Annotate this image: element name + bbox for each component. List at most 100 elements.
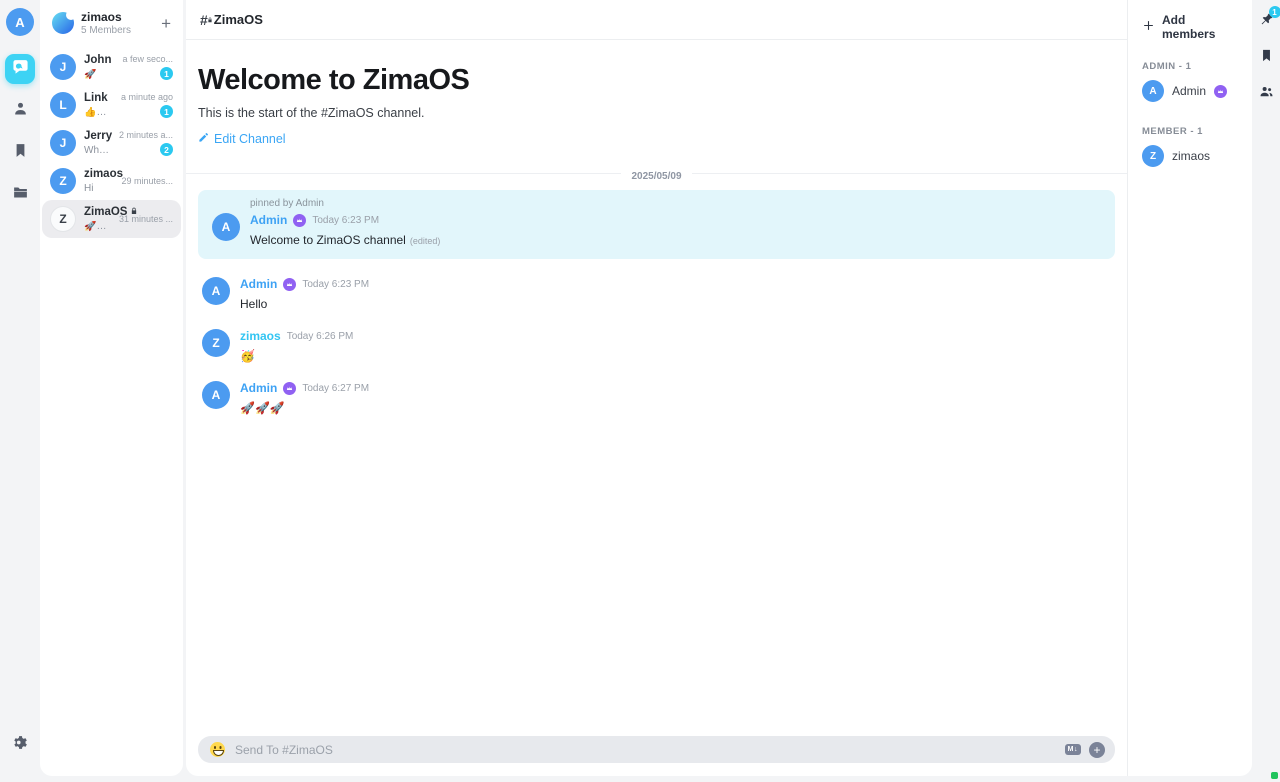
welcome-block: Welcome to ZimaOS This is the start of t… <box>186 40 1127 148</box>
message-composer[interactable]: M↓ + <box>198 736 1115 763</box>
conversation-time: a minute ago <box>121 92 173 102</box>
conversation-row-link[interactable]: L Link 👍👍👍 a minute ago 1 <box>42 86 181 124</box>
pinned-message[interactable]: pinned by Admin A Admin Today 6:23 PM We… <box>198 190 1115 259</box>
admin-role-badge-icon <box>293 214 306 227</box>
chats-nav-button[interactable] <box>5 54 35 84</box>
conversation-row-zimaos[interactable]: Z zimaos Hi 29 minutes... <box>42 162 181 200</box>
member-row-admin[interactable]: A Admin <box>1128 72 1252 106</box>
avatar: J <box>50 130 76 156</box>
pinned-messages-button[interactable]: 1 <box>1259 12 1274 32</box>
admin-role-badge-icon <box>283 382 296 395</box>
gear-icon <box>12 734 29 756</box>
message-author[interactable]: zimaos <box>240 329 281 343</box>
avatar: L <box>50 92 76 118</box>
conversation-name: John <box>84 54 114 66</box>
admin-section-header: ADMIN - 1 <box>1128 61 1252 72</box>
pin-count-badge: 1 <box>1269 6 1280 18</box>
person-icon <box>12 100 29 122</box>
app-window: A zimaos 5 Members + J <box>0 0 1280 782</box>
conversation-preview: 🚀🚀🚀 <box>84 221 111 232</box>
message-author[interactable]: Admin <box>240 381 277 395</box>
avatar: Z <box>202 329 230 357</box>
message-body: 🥳 <box>240 349 353 363</box>
message-row[interactable]: A Admin Today 6:23 PM Hello <box>186 277 1127 311</box>
message-author[interactable]: Admin <box>240 277 277 291</box>
conversation-preview: Hi <box>84 183 113 194</box>
lock-icon <box>207 10 213 26</box>
chat-bubble-icon <box>12 58 29 80</box>
message-time: Today 6:26 PM <box>287 331 354 342</box>
user-avatar[interactable]: A <box>6 8 34 36</box>
avatar: A <box>202 381 230 409</box>
conversation-time: a few seco... <box>122 54 173 64</box>
attach-button[interactable]: + <box>1089 742 1105 758</box>
avatar: A <box>212 213 240 241</box>
conversation-preview: Where are u now? <box>84 145 111 156</box>
welcome-title: Welcome to ZimaOS <box>198 64 1115 97</box>
message-time: Today 6:27 PM <box>302 383 369 394</box>
members-toggle-button[interactable] <box>1259 84 1274 104</box>
add-members-button[interactable]: Add members <box>1128 13 1252 41</box>
files-nav-button[interactable] <box>5 180 35 210</box>
channel-header: # ZimaOS <box>186 0 1127 40</box>
unread-badge: 2 <box>160 143 173 156</box>
member-row-zimaos[interactable]: Z zimaos <box>1128 137 1252 171</box>
right-rail: 1 <box>1252 0 1280 782</box>
settings-button[interactable] <box>5 730 35 760</box>
avatar: A <box>1142 80 1164 102</box>
conversation-preview: 🚀 <box>84 69 114 80</box>
channel-title: ZimaOS <box>214 12 263 27</box>
saved-messages-button[interactable] <box>1259 48 1274 68</box>
conversation-name: Link <box>84 92 113 104</box>
welcome-subtitle: This is the start of the #ZimaOS channel… <box>198 106 1115 120</box>
workspace-name: zimaos <box>81 10 159 24</box>
date-divider-label: 2025/05/09 <box>621 171 691 182</box>
emoji-picker-icon[interactable] <box>210 742 225 757</box>
message-time: Today 6:23 PM <box>302 279 369 290</box>
avatar: Z <box>50 206 76 232</box>
message-row[interactable]: Z zimaos Today 6:26 PM 🥳 <box>186 329 1127 363</box>
new-conversation-button[interactable]: + <box>159 15 173 32</box>
conversation-row-zimaos-channel-selected[interactable]: Z ZimaOS 🚀🚀🚀 31 minutes ... <box>42 200 181 238</box>
edited-label: (edited) <box>410 236 441 246</box>
contacts-nav-button[interactable] <box>5 96 35 126</box>
add-members-label: Add members <box>1162 13 1238 41</box>
pencil-icon <box>198 132 209 146</box>
message-input[interactable] <box>235 743 1065 757</box>
member-name: zimaos <box>1172 149 1210 163</box>
channel-hash-icon: # <box>200 12 208 28</box>
workspace-member-count: 5 Members <box>81 25 159 36</box>
conversation-time: 2 minutes a... <box>119 130 173 140</box>
message-area[interactable]: Welcome to ZimaOS This is the start of t… <box>186 40 1127 776</box>
conversation-name: Jerry <box>84 130 111 142</box>
unread-badge: 1 <box>160 105 173 118</box>
plus-icon <box>1142 19 1155 35</box>
conversation-time: 29 minutes... <box>121 176 173 186</box>
message-row[interactable]: A Admin Today 6:27 PM 🚀🚀🚀 <box>186 381 1127 415</box>
conversation-row-jerry[interactable]: J Jerry Where are u now? 2 minutes a... … <box>42 124 181 162</box>
member-name: Admin <box>1172 84 1206 98</box>
markdown-toggle-icon[interactable]: M↓ <box>1065 744 1081 755</box>
message-body: Welcome to ZimaOS channel(edited) <box>250 233 440 247</box>
corner-indicator-dot <box>1271 772 1278 779</box>
conversation-row-john[interactable]: J John 🚀 a few seco... 1 <box>42 48 181 86</box>
avatar: Z <box>50 168 76 194</box>
workspace-header: zimaos 5 Members + <box>40 0 183 44</box>
conversation-time: 31 minutes ... <box>119 214 173 224</box>
member-section-header: MEMBER - 1 <box>1128 126 1252 137</box>
message-body: Hello <box>240 297 369 311</box>
avatar: A <box>202 277 230 305</box>
edit-channel-label: Edit Channel <box>214 132 286 146</box>
message-body: 🚀🚀🚀 <box>240 401 369 415</box>
edit-channel-link[interactable]: Edit Channel <box>198 132 286 146</box>
left-rail: A <box>0 0 40 782</box>
saved-nav-button[interactable] <box>5 138 35 168</box>
date-divider: 2025/05/09 <box>186 166 1127 180</box>
bookmark-icon <box>12 142 29 164</box>
bookmark-icon <box>1259 50 1274 67</box>
avatar: Z <box>1142 145 1164 167</box>
people-icon <box>1259 86 1274 103</box>
chat-main: # ZimaOS Welcome to ZimaOS This is the s… <box>186 0 1127 776</box>
message-time: Today 6:23 PM <box>312 215 379 226</box>
message-author[interactable]: Admin <box>250 213 287 227</box>
